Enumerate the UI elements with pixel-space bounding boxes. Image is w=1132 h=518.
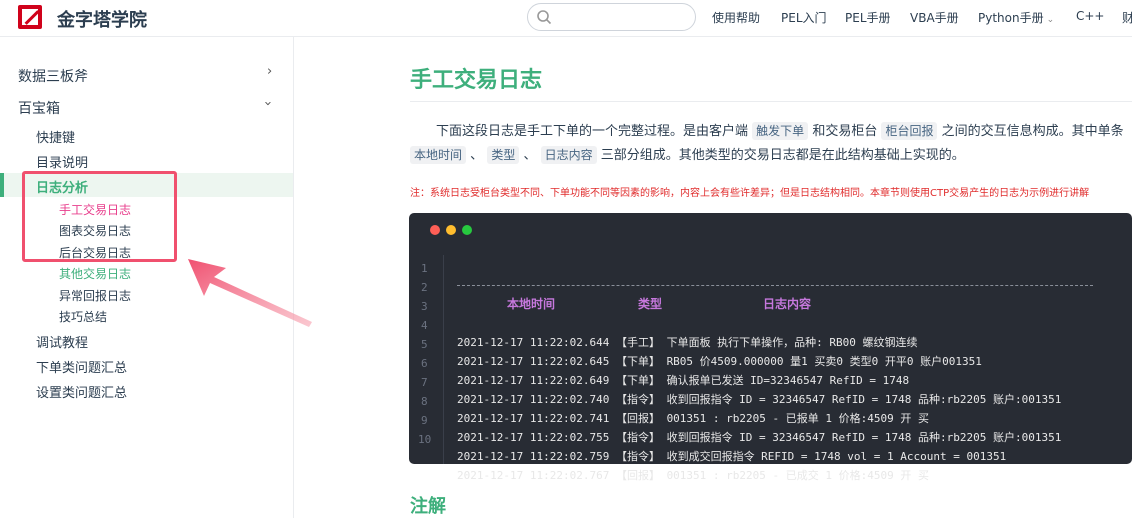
sidebar-item-order-issues[interactable]: 下单类问题汇总 bbox=[36, 357, 127, 376]
code-header-log-content: 日志内容 bbox=[763, 297, 812, 311]
inline-code-counter-report: 柜台回报 bbox=[881, 122, 938, 140]
inline-code-type: 类型 bbox=[487, 146, 520, 164]
intro-text-a: 下面这段日志是手工下单的一个完整过程。是由客户端 bbox=[436, 124, 749, 139]
intro-text-rest: 三部分组成。其他类型的交易日志都是在此结构基础上实现的。 bbox=[600, 148, 965, 163]
nav-cpp[interactable]: C++ bbox=[1076, 9, 1105, 23]
code-header-type: 类型 bbox=[638, 297, 663, 311]
site-title[interactable]: 金字塔学院 bbox=[57, 6, 147, 32]
code-line: 2021-12-17 11:22:02.759 【指令】 收到成交回报指令 RE… bbox=[457, 450, 1007, 463]
title-divider bbox=[410, 101, 1132, 102]
intro-text-c: 之间的交互信息构成。其中单条 bbox=[941, 124, 1124, 139]
page-title: 手工交易日志 bbox=[410, 68, 543, 93]
sidebar-item-shortcuts[interactable]: 快捷键 bbox=[36, 127, 75, 146]
line-number: 3 bbox=[421, 300, 428, 313]
window-close-dot bbox=[430, 225, 440, 235]
code-header-local-time: 本地时间 bbox=[507, 297, 556, 311]
line-number: 1 bbox=[421, 262, 428, 275]
nav-more[interactable]: 财 bbox=[1122, 9, 1132, 26]
line-number: 2 bbox=[421, 281, 428, 294]
window-maximize-dot bbox=[462, 225, 472, 235]
search-icon bbox=[537, 10, 552, 25]
code-line: 2021-12-17 11:22:02.740 【指令】 收到回报指令 ID =… bbox=[457, 393, 1062, 406]
nav-pel-intro[interactable]: PEL入门 bbox=[781, 9, 827, 26]
sidebar: 数据三板斧 › 百宝箱 › 快捷键 目录说明 日志分析 手工交易日志 图表交易日… bbox=[0, 37, 294, 518]
inline-code-local-time: 本地时间 bbox=[410, 146, 467, 164]
sidebar-item-debug[interactable]: 调试教程 bbox=[36, 332, 88, 351]
nav-pel-manual[interactable]: PEL手册 bbox=[845, 9, 891, 26]
inline-code-log-content: 日志内容 bbox=[540, 146, 597, 164]
line-number: 4 bbox=[421, 319, 428, 332]
separator-1: 、 bbox=[470, 148, 484, 163]
code-line: 2021-12-17 11:22:02.767 【回报】 001351 : rb… bbox=[457, 469, 929, 482]
chevron-right-icon[interactable]: › bbox=[267, 64, 272, 79]
line-number: 10 bbox=[418, 433, 432, 446]
sidebar-active-indicator bbox=[0, 173, 4, 197]
top-header: 金字塔学院 使用帮助 PEL入门 PEL手册 VBA手册 Python手册 ⌄ C… bbox=[0, 0, 1132, 37]
code-line: 2021-12-17 11:22:02.755 【指令】 收到回报指令 ID =… bbox=[457, 431, 1062, 444]
nav-help[interactable]: 使用帮助 bbox=[712, 9, 760, 26]
chevron-down-icon: ⌄ bbox=[1046, 15, 1055, 25]
code-line: 2021-12-17 11:22:02.645 【下单】 RB05 价4509.… bbox=[457, 355, 982, 368]
line-number: 6 bbox=[421, 357, 428, 370]
nav-vba-manual[interactable]: VBA手册 bbox=[910, 9, 959, 26]
sidebar-group-data[interactable]: 数据三板斧 bbox=[18, 66, 88, 86]
code-line: 2021-12-17 11:22:02.644 【手工】 下单面板 执行下单操作… bbox=[457, 336, 918, 349]
sidebar-sub-tips[interactable]: 技巧总结 bbox=[59, 308, 107, 325]
sidebar-item-settings-issues[interactable]: 设置类问题汇总 bbox=[36, 382, 127, 401]
annotation-highlight-box bbox=[22, 171, 177, 262]
line-number: 7 bbox=[421, 376, 428, 389]
nav-python-label: Python手册 bbox=[978, 11, 1044, 25]
sidebar-group-toolbox[interactable]: 百宝箱 bbox=[18, 98, 60, 118]
line-number: 9 bbox=[421, 414, 428, 427]
line-number: 8 bbox=[421, 395, 428, 408]
code-divider-line bbox=[457, 285, 1093, 286]
search-box[interactable] bbox=[527, 3, 696, 31]
window-minimize-dot bbox=[446, 225, 456, 235]
sidebar-sub-other-log[interactable]: 其他交易日志 bbox=[59, 265, 131, 282]
warning-note: 注：系统日志受柜台类型不同、下单功能不同等因素的影响，内容上会有些许差异；但是日… bbox=[410, 188, 1090, 199]
search-input[interactable] bbox=[558, 8, 692, 28]
intro-paragraph-line2: 本地时间 、 类型 、 日志内容 三部分组成。其他类型的交易日志都是在此结构基础… bbox=[410, 144, 965, 164]
nav-python-manual[interactable]: Python手册 ⌄ bbox=[978, 9, 1054, 26]
code-block: 1 2 3 4 5 6 7 8 9 10 本地时间 类型 日志内容 2021-1… bbox=[409, 213, 1132, 482]
sidebar-item-directory[interactable]: 目录说明 bbox=[36, 152, 88, 171]
chevron-down-icon[interactable]: › bbox=[260, 101, 275, 106]
code-line: 2021-12-17 11:22:02.741 【回报】 001351 : rb… bbox=[457, 412, 929, 425]
code-line: 2021-12-17 11:22:02.649 【下单】 确认报单已发送 ID=… bbox=[457, 374, 910, 387]
line-number: 5 bbox=[421, 338, 428, 351]
intro-text-b: 和交易柜台 bbox=[812, 124, 878, 139]
main-content: 手工交易日志 下面这段日志是手工下单的一个完整过程。是由客户端 触发下单 和交易… bbox=[294, 37, 1132, 518]
line-number-gutter: 1 2 3 4 5 6 7 8 9 10 bbox=[409, 255, 444, 464]
intro-paragraph-line1: 下面这段日志是手工下单的一个完整过程。是由客户端 触发下单 和交易柜台 柜台回报… bbox=[436, 120, 1124, 140]
separator-2: 、 bbox=[523, 148, 537, 163]
sidebar-sub-exception-log[interactable]: 异常回报日志 bbox=[59, 287, 131, 304]
section-title-notes: 注解 bbox=[410, 496, 446, 517]
site-logo[interactable] bbox=[18, 5, 42, 29]
inline-code-trigger-order: 触发下单 bbox=[752, 122, 809, 140]
